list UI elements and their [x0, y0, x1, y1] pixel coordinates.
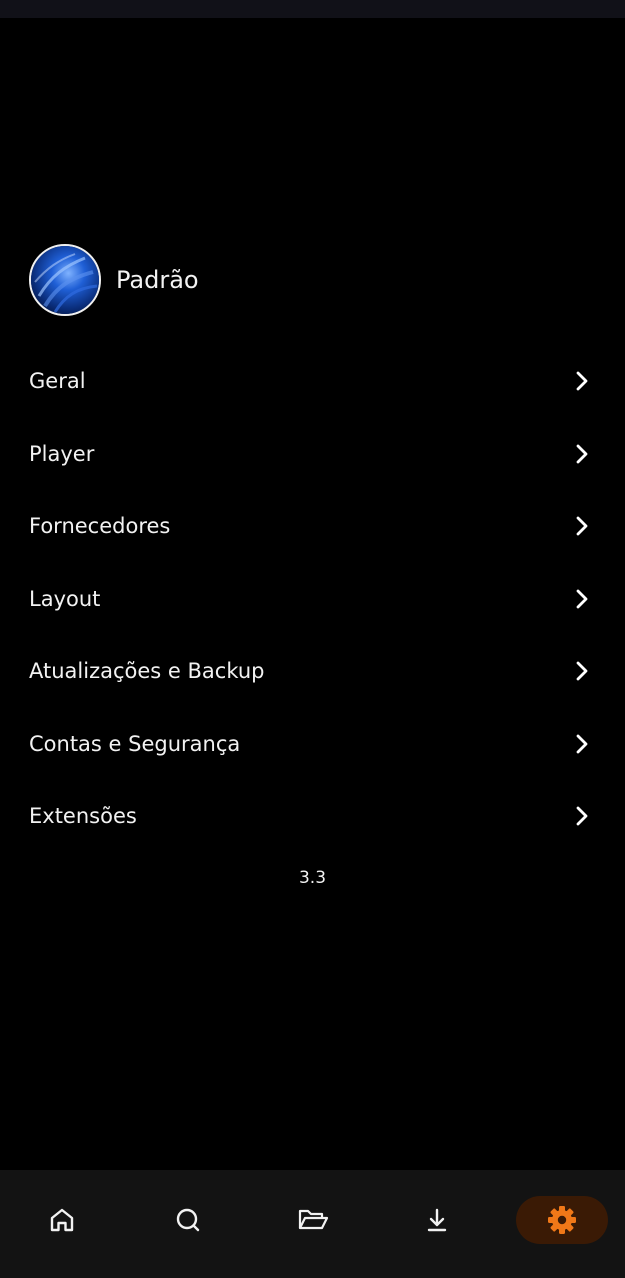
menu-item-fornecedores[interactable]: Fornecedores — [0, 490, 625, 563]
nav-downloads[interactable] — [412, 1196, 462, 1244]
version-label: 3.3 — [298, 868, 327, 888]
chevron-right-icon — [575, 661, 589, 681]
menu-item-contas-seguranca[interactable]: Contas e Segurança — [0, 708, 625, 781]
settings-menu: Geral Player Fornecedores Layout Atualiz… — [0, 345, 625, 853]
menu-item-atualizacoes-backup[interactable]: Atualizações e Backup — [0, 635, 625, 708]
nav-settings[interactable] — [516, 1196, 608, 1244]
menu-item-label: Layout — [29, 586, 101, 611]
nav-home[interactable] — [37, 1196, 87, 1244]
menu-item-extensoes[interactable]: Extensões — [0, 780, 625, 853]
status-bar — [0, 0, 625, 18]
download-icon — [423, 1206, 451, 1234]
profile-name: Padrão — [116, 266, 199, 294]
menu-item-label: Fornecedores — [29, 514, 171, 539]
home-icon — [48, 1206, 76, 1234]
chevron-right-icon — [575, 806, 589, 826]
profile-selector[interactable]: Padrão — [29, 244, 199, 316]
nav-library[interactable] — [288, 1196, 338, 1244]
menu-item-label: Player — [29, 441, 95, 466]
chevron-right-icon — [575, 516, 589, 536]
menu-item-player[interactable]: Player — [0, 418, 625, 491]
menu-item-label: Geral — [29, 369, 86, 394]
folder-open-icon — [297, 1206, 329, 1234]
avatar — [29, 244, 101, 316]
search-icon — [174, 1206, 202, 1234]
chevron-right-icon — [575, 444, 589, 464]
chevron-right-icon — [575, 734, 589, 754]
menu-item-label: Atualizações e Backup — [29, 659, 265, 684]
menu-item-geral[interactable]: Geral — [0, 345, 625, 418]
chevron-right-icon — [575, 371, 589, 391]
nav-search[interactable] — [163, 1196, 213, 1244]
gear-icon — [546, 1204, 578, 1236]
menu-item-label: Contas e Segurança — [29, 731, 241, 756]
menu-item-label: Extensões — [29, 804, 137, 829]
menu-item-layout[interactable]: Layout — [0, 563, 625, 636]
chevron-right-icon — [575, 589, 589, 609]
